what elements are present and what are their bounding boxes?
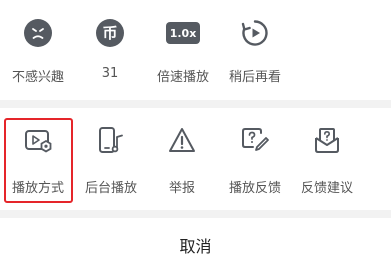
feedback-suggestion-label: 反馈建议 xyxy=(300,181,353,196)
background-play-icon xyxy=(99,127,123,153)
playback-speed-button[interactable]: 1.0x 倍速播放 xyxy=(145,0,221,100)
coin-icon: 币 xyxy=(96,19,124,47)
coin-button[interactable]: 币 31 xyxy=(72,0,148,100)
section-divider xyxy=(0,100,391,108)
quick-actions-row: 不感兴趣 币 31 1.0x 倍速播放 稍后再看 xyxy=(0,0,391,100)
not-interested-button[interactable]: 不感兴趣 xyxy=(0,0,76,100)
feedback-suggestion-icon xyxy=(315,128,339,153)
report-icon xyxy=(169,128,195,152)
speed-icon: 1.0x xyxy=(166,22,200,44)
selection-highlight xyxy=(4,118,73,203)
not-interested-icon xyxy=(24,19,52,47)
cancel-divider xyxy=(0,210,391,218)
playback-feedback-icon xyxy=(242,128,269,151)
watch-later-label: 稍后再看 xyxy=(228,70,281,85)
watch-later-icon xyxy=(241,20,268,46)
feedback-suggestion-button[interactable]: 反馈建议 xyxy=(289,108,365,208)
cancel-button[interactable]: 取消 xyxy=(0,218,391,271)
playback-feedback-button[interactable]: 播放反馈 xyxy=(217,108,293,208)
watch-later-button[interactable]: 稍后再看 xyxy=(217,0,293,100)
report-button[interactable]: 举报 xyxy=(144,108,220,208)
action-sheet: 不感兴趣 币 31 1.0x 倍速播放 稍后再看 播放方式 后台播放 举报 播放… xyxy=(0,0,391,271)
